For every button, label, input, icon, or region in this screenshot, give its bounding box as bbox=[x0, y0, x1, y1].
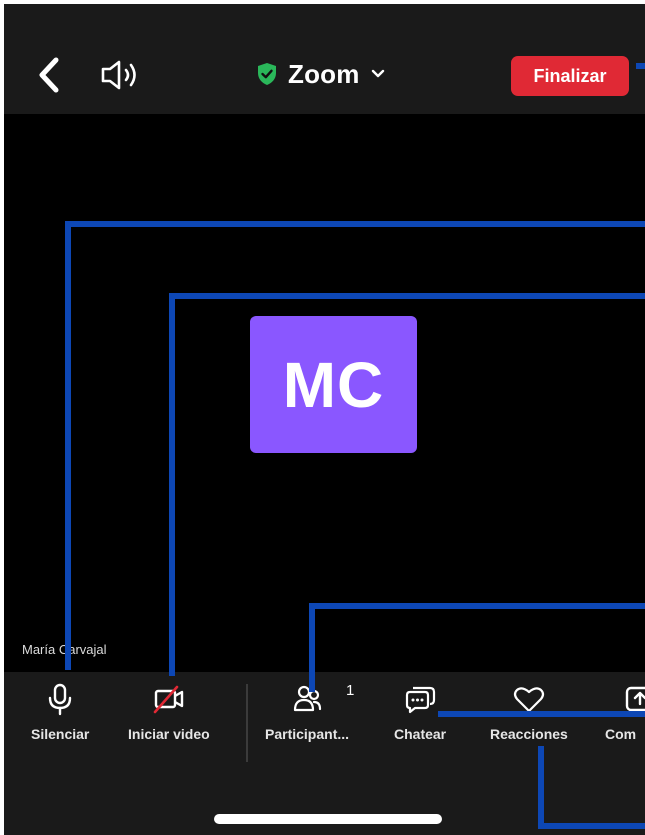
chevron-left-icon bbox=[39, 57, 59, 93]
reactions-label: Reacciones bbox=[490, 726, 568, 742]
participant-avatar: MC bbox=[250, 316, 417, 453]
frame-left-border bbox=[0, 0, 4, 835]
meeting-title-text: Zoom bbox=[288, 58, 360, 89]
chat-button[interactable]: Chatear bbox=[394, 682, 446, 742]
participants-label: Participant... bbox=[265, 726, 350, 742]
start-video-button[interactable]: Iniciar video bbox=[128, 682, 210, 742]
microphone-icon bbox=[48, 683, 72, 716]
participants-button[interactable]: Participant... bbox=[265, 682, 349, 742]
zoom-meeting-screen: Zoom Finalizar MC María Carvajal Silenci… bbox=[0, 0, 645, 835]
chat-label: Chatear bbox=[394, 726, 447, 742]
share-button[interactable]: Com bbox=[605, 682, 645, 742]
share-label: Com bbox=[605, 726, 637, 742]
reactions-button[interactable]: Reacciones bbox=[490, 682, 568, 742]
toolbar-divider bbox=[246, 684, 248, 762]
mute-label: Silenciar bbox=[31, 726, 90, 742]
heart-icon bbox=[513, 687, 544, 713]
home-indicator bbox=[214, 814, 442, 824]
back-button[interactable] bbox=[34, 56, 62, 94]
meeting-title[interactable]: Zoom bbox=[256, 54, 386, 94]
video-off-icon bbox=[153, 685, 184, 714]
participant-name-tag: María Carvajal bbox=[22, 642, 107, 657]
participants-icon bbox=[293, 685, 322, 712]
speaker-button[interactable] bbox=[100, 58, 144, 92]
shield-check-icon bbox=[258, 63, 276, 85]
chevron-down-icon bbox=[371, 69, 384, 78]
chat-icon bbox=[405, 686, 436, 714]
share-icon bbox=[625, 686, 645, 712]
start-video-label: Iniciar video bbox=[128, 726, 210, 742]
participant-count-badge: 1 bbox=[346, 682, 355, 699]
mute-button[interactable]: Silenciar bbox=[31, 682, 89, 742]
end-meeting-button[interactable]: Finalizar bbox=[511, 56, 629, 96]
frame-top-border bbox=[0, 0, 645, 4]
speaker-icon bbox=[101, 60, 136, 90]
